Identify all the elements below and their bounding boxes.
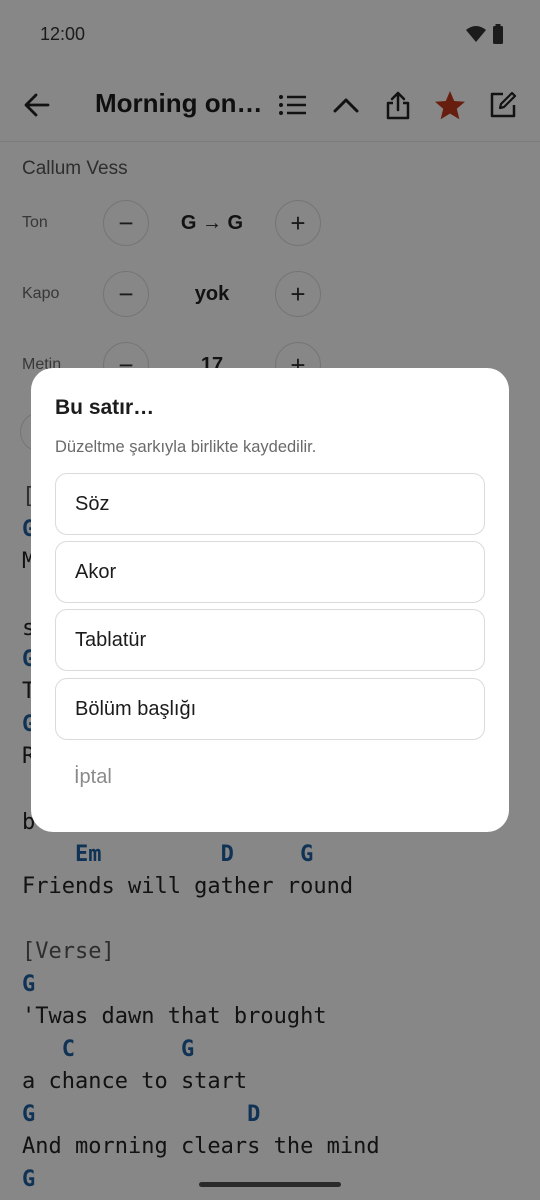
dialog-subtitle: Düzeltme şarkıyla birlikte kaydedilir. xyxy=(55,438,317,456)
line-type-dialog: Bu satır… Düzeltme şarkıyla birlikte kay… xyxy=(31,368,509,832)
option-lyric-button[interactable]: Söz xyxy=(55,473,485,535)
option-section-heading-button[interactable]: Bölüm başlığı xyxy=(55,678,485,740)
cancel-button[interactable]: İptal xyxy=(74,766,112,789)
dialog-title: Bu satır… xyxy=(55,396,155,419)
option-label: Akor xyxy=(75,561,117,583)
gesture-nav-handle[interactable] xyxy=(199,1182,341,1187)
option-label: Tablatür xyxy=(75,629,147,651)
option-chord-button[interactable]: Akor xyxy=(55,541,485,603)
option-label: Söz xyxy=(75,493,110,515)
option-label: Bölüm başlığı xyxy=(75,698,197,720)
option-tab-button[interactable]: Tablatür xyxy=(55,609,485,671)
